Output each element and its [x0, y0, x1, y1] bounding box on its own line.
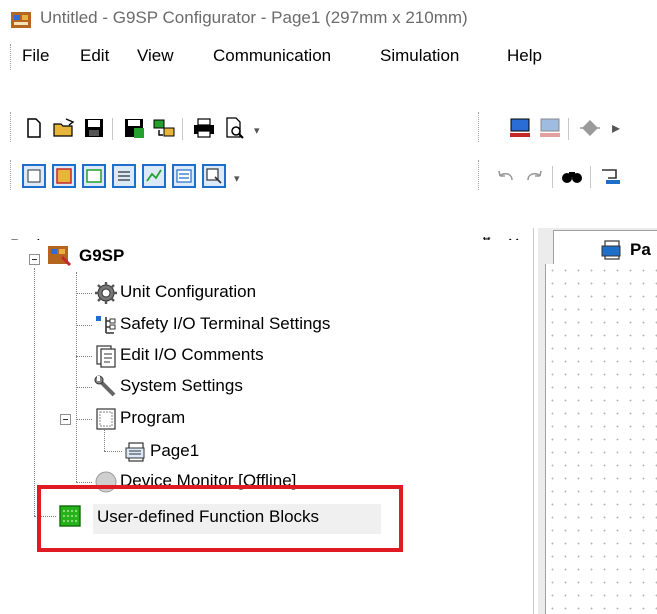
- gear-icon: [95, 282, 117, 304]
- save-icon[interactable]: [82, 116, 106, 140]
- toolbar1-grip[interactable]: [10, 112, 13, 142]
- program-canvas[interactable]: [545, 264, 657, 614]
- g9sp-collapse-icon[interactable]: [29, 254, 40, 265]
- window-2-icon[interactable]: [52, 164, 76, 188]
- toolbar1-separator: [112, 118, 113, 140]
- online-icon[interactable]: [508, 116, 532, 140]
- program-icon: [96, 408, 116, 430]
- tree-line: [76, 325, 92, 326]
- tree-line: [104, 451, 122, 452]
- tree-line: [34, 268, 35, 516]
- program-collapse-icon[interactable]: [60, 414, 71, 425]
- window-6-icon[interactable]: [172, 164, 196, 188]
- toolbar4-grip[interactable]: [478, 160, 481, 190]
- diamond-icon[interactable]: [578, 116, 602, 140]
- network-save-icon[interactable]: [122, 116, 146, 140]
- tree-item-program[interactable]: Program: [120, 408, 185, 428]
- menubar-grip[interactable]: [10, 44, 13, 70]
- window-5-icon[interactable]: [142, 164, 166, 188]
- print-preview-icon[interactable]: [222, 116, 246, 140]
- window-4-icon[interactable]: [112, 164, 136, 188]
- comments-icon: [96, 345, 116, 368]
- transfer-icon[interactable]: [152, 116, 176, 140]
- tree-line: [76, 387, 92, 388]
- tree-item-g9sp[interactable]: G9SP: [79, 246, 124, 266]
- tree-line: [76, 419, 92, 420]
- menu-view[interactable]: View: [137, 46, 174, 66]
- wrench-icon: [94, 375, 116, 397]
- menu-communication[interactable]: Communication: [213, 46, 331, 66]
- window-title: Untitled - G9SP Configurator - Page1 (29…: [40, 8, 468, 27]
- project-tree: [0, 240, 533, 614]
- toolbar4-separator-2: [590, 166, 591, 188]
- menu-file[interactable]: File: [22, 46, 49, 66]
- tree-item-system-settings[interactable]: System Settings: [120, 376, 243, 396]
- tree-line: [104, 430, 105, 451]
- undo-icon[interactable]: [494, 164, 518, 188]
- toolbar4-separator: [552, 166, 553, 188]
- menu-simulation[interactable]: Simulation: [380, 46, 459, 66]
- toolbar3-separator: [568, 118, 569, 140]
- toolbar2-grip[interactable]: [10, 160, 13, 190]
- redo-icon[interactable]: [522, 164, 546, 188]
- page-icon: [125, 442, 145, 462]
- tab-page1-label: Pa: [630, 240, 651, 259]
- window-7-icon[interactable]: [202, 164, 226, 188]
- tree-item-page1[interactable]: Page1: [150, 441, 199, 461]
- toolbar3-grip[interactable]: [478, 112, 481, 142]
- terminal-settings-icon: [96, 316, 116, 334]
- title-bar: Untitled - G9SP Configurator - Page1 (29…: [0, 0, 657, 38]
- more-icon[interactable]: ▸: [612, 118, 620, 138]
- window-1-icon[interactable]: [22, 164, 46, 188]
- print-icon[interactable]: [192, 116, 216, 140]
- toolbar2-overflow-icon[interactable]: ▾: [234, 172, 240, 185]
- window-3-icon[interactable]: [82, 164, 106, 188]
- highlight-annotation-box: [37, 485, 403, 552]
- tree-line: [76, 293, 92, 294]
- toolbar1-separator-2: [182, 118, 183, 140]
- connect-icon[interactable]: [598, 164, 622, 188]
- tree-line: [76, 482, 92, 483]
- page-tab-icon: [601, 240, 621, 260]
- tree-item-unit-configuration[interactable]: Unit Configuration: [120, 282, 256, 302]
- app-icon: [11, 12, 31, 28]
- tree-item-edit-io-comments[interactable]: Edit I/O Comments: [120, 345, 264, 365]
- tree-line: [76, 356, 92, 357]
- tree-item-safety-io-terminal-settings[interactable]: Safety I/O Terminal Settings: [120, 314, 330, 334]
- offline-icon[interactable]: [538, 116, 562, 140]
- new-file-icon[interactable]: [22, 116, 46, 140]
- menu-edit[interactable]: Edit: [80, 46, 109, 66]
- tree-line: [76, 272, 77, 482]
- g9sp-icon: [48, 246, 72, 266]
- menu-help[interactable]: Help: [507, 46, 542, 66]
- toolbar1-overflow-icon[interactable]: ▾: [254, 124, 260, 137]
- find-icon[interactable]: [560, 164, 584, 188]
- open-folder-icon[interactable]: [52, 116, 76, 140]
